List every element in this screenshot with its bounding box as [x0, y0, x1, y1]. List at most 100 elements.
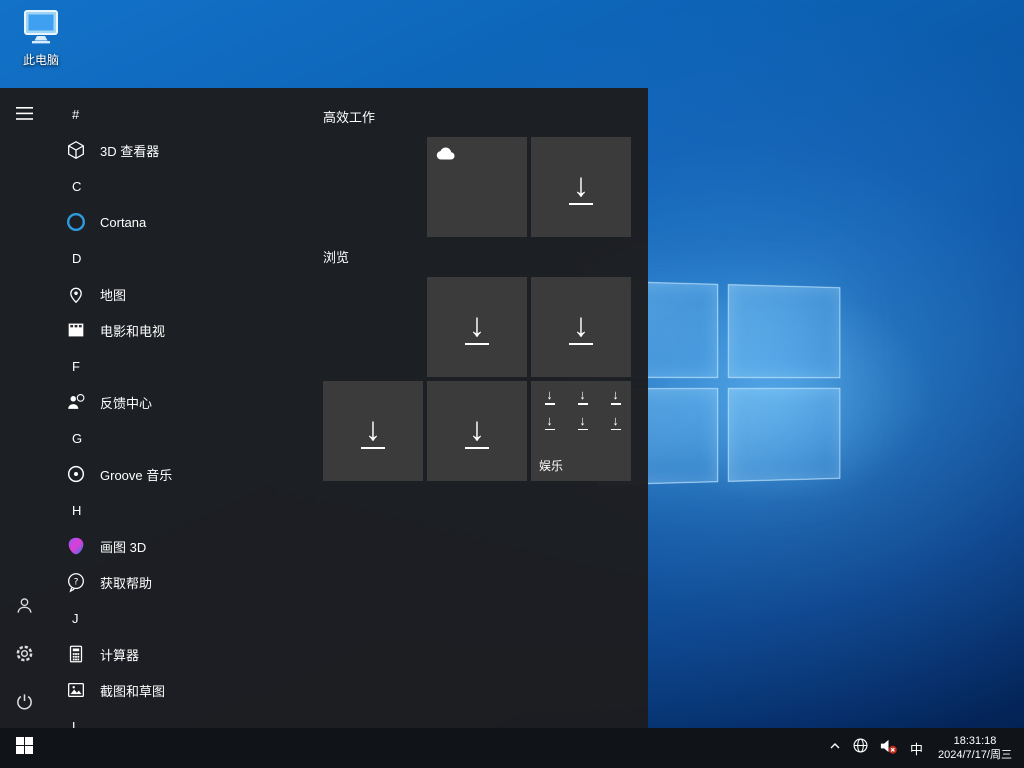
settings-button[interactable] [0, 632, 48, 680]
app-label: 反馈中心 [100, 393, 152, 412]
folder-mini-tiles: ↓ ↓ ↓ ↓ ↓ ↓ [535, 389, 630, 430]
app-item-paint-3d[interactable]: 画图 3D [48, 528, 323, 564]
section-letter: J [72, 611, 79, 626]
ime-indicator[interactable]: 中 [903, 728, 930, 768]
logo-pane [728, 388, 840, 482]
tile-empty-slot [323, 277, 423, 377]
download-arrow-icon: ↓ [465, 414, 489, 449]
app-label: 截图和草图 [100, 681, 165, 700]
app-label: Cortana [100, 215, 146, 230]
section-letter: C [72, 179, 81, 194]
app-item-3d-viewer[interactable]: 3D 查看器 [48, 132, 323, 168]
section-letter: F [72, 359, 80, 374]
chevron-up-icon [828, 739, 842, 758]
app-item-maps[interactable]: 地图 [48, 276, 323, 312]
app-item-groove-music[interactable]: Groove 音乐 [48, 456, 323, 492]
mini-download-arrow-icon: ↓ [535, 389, 564, 405]
folder-label: 娱乐 [539, 457, 563, 474]
app-label: 画图 3D [100, 537, 146, 556]
section-letter: L [72, 719, 79, 729]
feedback-hub-icon [64, 390, 88, 414]
desktop[interactable]: 此电脑 [0, 0, 1024, 768]
app-item-cortana[interactable]: Cortana [48, 204, 323, 240]
clock-time: 18:31:18 [938, 734, 1012, 748]
power-button[interactable] [0, 680, 48, 728]
movies-tv-icon [64, 318, 88, 342]
start-menu-app-list: # 3D 查看器 C Cortana D [48, 88, 323, 728]
section-letter: # [72, 107, 79, 122]
taskbar: 中 18:31:18 2024/7/17/周三 [0, 728, 1024, 768]
section-letter: D [72, 251, 81, 266]
volume-muted-icon [879, 737, 898, 760]
onedrive-cloud-icon [436, 146, 456, 165]
app-list-section-f[interactable]: F [48, 348, 323, 384]
app-list-section-j[interactable]: J [48, 600, 323, 636]
mini-download-arrow-icon: ↓ [535, 415, 564, 431]
app-label: Groove 音乐 [100, 465, 172, 484]
3d-viewer-icon [64, 138, 88, 162]
desktop-icon-label: 此电脑 [23, 53, 59, 67]
download-arrow-icon: ↓ [569, 170, 593, 205]
app-label: 地图 [100, 285, 126, 304]
clock-date: 2024/7/17/周三 [938, 748, 1012, 762]
tile-pending-app-5[interactable]: ↓ [427, 381, 527, 481]
app-list-section-g[interactable]: G [48, 420, 323, 456]
cortana-icon [64, 210, 88, 234]
user-account-button[interactable] [0, 584, 48, 632]
download-arrow-icon: ↓ [569, 310, 593, 345]
app-item-snip-sketch[interactable]: 截图和草图 [48, 672, 323, 708]
tile-empty-slot [323, 137, 423, 237]
tile-group-label-productivity[interactable]: 高效工作 [323, 110, 639, 126]
tile-pending-app-3[interactable]: ↓ [531, 277, 631, 377]
calculator-icon [64, 642, 88, 666]
start-menu-tiles: 高效工作 ↓ 浏览 ↓ [323, 88, 639, 481]
mini-download-arrow-icon: ↓ [568, 389, 597, 405]
app-list-section-d[interactable]: D [48, 240, 323, 276]
tile-group-label-browse[interactable]: 浏览 [323, 250, 639, 266]
app-list-section-l[interactable]: L [48, 708, 323, 728]
windows-logo-icon [16, 737, 33, 759]
section-letter: H [72, 503, 81, 518]
app-item-get-help[interactable]: ? 获取帮助 [48, 564, 323, 600]
app-label: 3D 查看器 [100, 141, 159, 160]
tile-folder-entertainment[interactable]: ↓ ↓ ↓ ↓ ↓ ↓ 娱乐 [531, 381, 631, 481]
desktop-icon-this-pc[interactable]: 此电脑 [8, 8, 74, 68]
get-help-icon: ? [64, 570, 88, 594]
app-list-section-c[interactable]: C [48, 168, 323, 204]
taskbar-clock[interactable]: 18:31:18 2024/7/17/周三 [930, 734, 1020, 762]
svg-text:?: ? [74, 576, 79, 587]
start-menu: # 3D 查看器 C Cortana D [0, 88, 648, 728]
tray-overflow-button[interactable] [823, 728, 847, 768]
app-list-section-h[interactable]: H [48, 492, 323, 528]
app-item-calculator[interactable]: 计算器 [48, 636, 323, 672]
tile-onedrive[interactable] [427, 137, 527, 237]
download-arrow-icon: ↓ [465, 310, 489, 345]
app-list-section-hash[interactable]: # [48, 96, 323, 132]
paint-3d-icon [64, 534, 88, 558]
network-button[interactable] [847, 728, 874, 768]
tile-grid-productivity: ↓ [323, 137, 639, 237]
tile-pending-app-4[interactable]: ↓ [323, 381, 423, 481]
user-icon [15, 596, 34, 620]
app-label: 电影和电视 [100, 321, 165, 340]
expand-menu-button[interactable] [0, 92, 48, 140]
volume-button[interactable] [874, 728, 903, 768]
start-menu-rail [0, 88, 48, 728]
download-arrow-icon: ↓ [361, 414, 385, 449]
settings-gear-icon [15, 644, 34, 668]
power-icon [15, 692, 34, 716]
tile-pending-app-2[interactable]: ↓ [427, 277, 527, 377]
system-tray: 中 18:31:18 2024/7/17/周三 [823, 728, 1024, 768]
start-button[interactable] [0, 728, 48, 768]
section-letter: G [72, 431, 82, 446]
app-item-feedback-hub[interactable]: 反馈中心 [48, 384, 323, 420]
app-item-movies-tv[interactable]: 电影和电视 [48, 312, 323, 348]
this-pc-monitor-icon [8, 8, 74, 49]
groove-music-icon [64, 462, 88, 486]
mini-download-arrow-icon: ↓ [568, 415, 597, 431]
tile-grid-browse: ↓ ↓ ↓ ↓ [323, 277, 639, 481]
snip-sketch-icon [64, 678, 88, 702]
network-globe-icon [852, 737, 869, 759]
mini-download-arrow-icon: ↓ [601, 389, 630, 405]
tile-pending-app-1[interactable]: ↓ [531, 137, 631, 237]
